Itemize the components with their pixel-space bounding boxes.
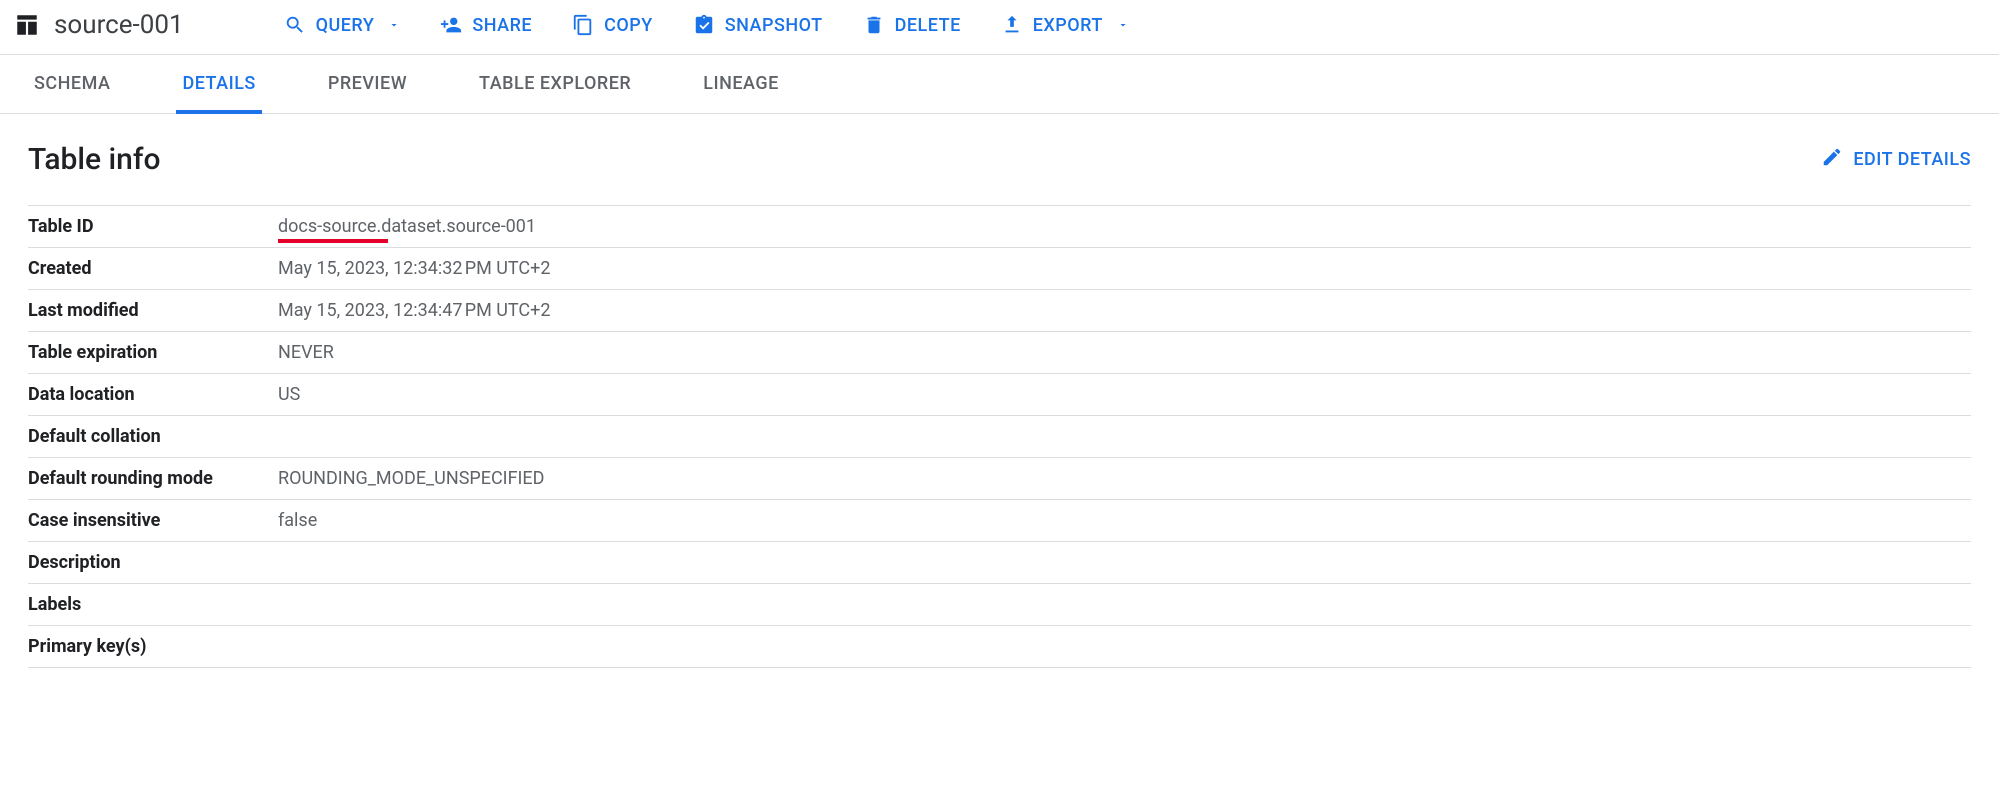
table-icon [14, 12, 40, 38]
chevron-down-icon [1117, 19, 1129, 31]
row-data-location: Data location US [28, 374, 1971, 416]
row-primary-keys: Primary key(s) [28, 626, 1971, 668]
person-add-icon [440, 14, 462, 36]
info-table: Table ID docs-source.dataset.source-001 … [28, 205, 1971, 668]
content: Table info EDIT DETAILS Table ID docs-so… [0, 114, 1999, 668]
row-created: Created May 15, 2023, 12:34:32 PM UTC+2 [28, 248, 1971, 290]
label-description: Description [28, 542, 278, 584]
label-case-insensitive: Case insensitive [28, 500, 278, 542]
tab-lineage[interactable]: LINEAGE [697, 55, 785, 114]
search-icon [284, 14, 306, 36]
tabs: SCHEMA DETAILS PREVIEW TABLE EXPLORER LI… [0, 55, 1999, 114]
tab-preview[interactable]: PREVIEW [322, 55, 413, 114]
value-table-expiration: NEVER [278, 332, 1971, 374]
label-default-rounding-mode: Default rounding mode [28, 458, 278, 500]
trash-icon [863, 14, 885, 36]
section-header: Table info EDIT DETAILS [28, 142, 1971, 177]
tab-table-explorer[interactable]: TABLE EXPLORER [473, 55, 637, 114]
row-case-insensitive: Case insensitive false [28, 500, 1971, 542]
table-id-text: docs-source.dataset.source-001 [278, 216, 536, 237]
value-case-insensitive: false [278, 500, 1971, 542]
row-table-expiration: Table expiration NEVER [28, 332, 1971, 374]
toolbar: source-001 QUERY SHARE COPY SNAPSHOT DEL… [0, 0, 1999, 55]
row-labels: Labels [28, 584, 1971, 626]
label-default-collation: Default collation [28, 416, 278, 458]
section-title: Table info [28, 142, 161, 177]
query-label: QUERY [316, 15, 375, 36]
edit-details-label: EDIT DETAILS [1853, 149, 1971, 170]
value-default-rounding-mode: ROUNDING_MODE_UNSPECIFIED [278, 458, 1971, 500]
share-label: SHARE [472, 15, 532, 36]
value-labels [278, 584, 1971, 626]
copy-label: COPY [604, 15, 653, 36]
label-table-id: Table ID [28, 206, 278, 248]
snapshot-icon [693, 14, 715, 36]
tab-details[interactable]: DETAILS [176, 55, 261, 114]
label-table-expiration: Table expiration [28, 332, 278, 374]
row-table-id: Table ID docs-source.dataset.source-001 [28, 206, 1971, 248]
edit-details-button[interactable]: EDIT DETAILS [1821, 146, 1971, 173]
share-button[interactable]: SHARE [440, 14, 532, 36]
row-default-collation: Default collation [28, 416, 1971, 458]
value-created: May 15, 2023, 12:34:32 PM UTC+2 [278, 248, 1971, 290]
value-last-modified: May 15, 2023, 12:34:47 PM UTC+2 [278, 290, 1971, 332]
snapshot-button[interactable]: SNAPSHOT [693, 14, 823, 36]
copy-icon [572, 14, 594, 36]
label-created: Created [28, 248, 278, 290]
pencil-icon [1821, 146, 1843, 173]
export-icon [1001, 14, 1023, 36]
row-last-modified: Last modified May 15, 2023, 12:34:47 PM … [28, 290, 1971, 332]
value-description [278, 542, 1971, 584]
page-title: source-001 [54, 10, 184, 40]
export-button[interactable]: EXPORT [1001, 14, 1129, 36]
label-data-location: Data location [28, 374, 278, 416]
chevron-down-icon [388, 19, 400, 31]
copy-button[interactable]: COPY [572, 14, 653, 36]
query-button[interactable]: QUERY [284, 14, 401, 36]
value-data-location: US [278, 374, 1971, 416]
label-primary-keys: Primary key(s) [28, 626, 278, 668]
value-table-id: docs-source.dataset.source-001 [278, 206, 1971, 248]
delete-label: DELETE [895, 15, 961, 36]
label-last-modified: Last modified [28, 290, 278, 332]
tab-schema[interactable]: SCHEMA [28, 55, 116, 114]
snapshot-label: SNAPSHOT [725, 15, 823, 36]
value-primary-keys [278, 626, 1971, 668]
row-default-rounding-mode: Default rounding mode ROUNDING_MODE_UNSP… [28, 458, 1971, 500]
value-default-collation [278, 416, 1971, 458]
export-label: EXPORT [1033, 15, 1103, 36]
row-description: Description [28, 542, 1971, 584]
title-block: source-001 [14, 10, 184, 40]
label-labels: Labels [28, 584, 278, 626]
delete-button[interactable]: DELETE [863, 14, 961, 36]
